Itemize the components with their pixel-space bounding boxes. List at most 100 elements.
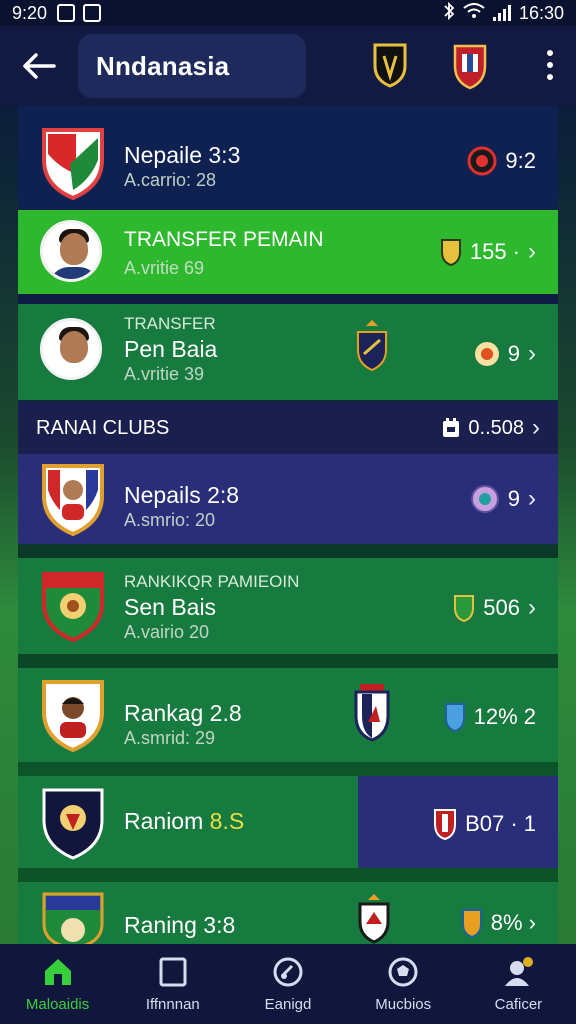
row-value: 12% 2 xyxy=(444,702,536,732)
row-value: 155 · › xyxy=(440,238,536,266)
gallery-icon xyxy=(57,4,76,22)
nav-label: Mucbios xyxy=(375,996,432,1013)
row-subtitle: A.smrid: 29 xyxy=(124,728,216,748)
club-badge-icon xyxy=(470,485,499,513)
list-item[interactable]: TRANSFER PEMAIN A.vritie 69 155 · › xyxy=(18,210,558,294)
club-badge-icon xyxy=(467,146,497,176)
list-item[interactable]: Raniom 8.S B07 · 1 xyxy=(18,776,558,868)
row-value-text: 9:2 xyxy=(505,148,536,173)
arrow-left-icon xyxy=(23,53,56,79)
club-crest-icon xyxy=(356,320,388,377)
row-value: B07 · 1 xyxy=(433,808,536,840)
row-kicker: TRANSFER xyxy=(124,314,216,333)
row-value-text: 9 xyxy=(507,341,520,366)
row-value-text: 155 · xyxy=(469,239,520,264)
nav-item-home[interactable]: Maloaidis xyxy=(0,944,115,1024)
row-value-text: 506 xyxy=(483,595,520,620)
club-badge-icon xyxy=(474,342,499,366)
row-subtitle: A.vritie 39 xyxy=(124,364,205,384)
club-crest-icon xyxy=(454,595,475,622)
club-crest-icon xyxy=(444,703,465,732)
list-item[interactable]: Rankag 2.8 A.smrid: 29 12% 2 xyxy=(18,668,558,762)
club-crest-icon[interactable] xyxy=(452,40,488,95)
row-value: 9 › xyxy=(470,484,536,514)
row-title-highlight: 8.S xyxy=(209,808,245,834)
row-kicker: RANKIKQR PAMIEOIN xyxy=(124,572,300,591)
row-title: Pen Baia xyxy=(124,336,218,362)
chevron-right-icon: › xyxy=(532,414,540,441)
nav-label: Eanigd xyxy=(264,996,312,1013)
nav-item-whistle[interactable]: Eanigd xyxy=(230,944,345,1024)
chevron-right-icon: › xyxy=(528,485,536,512)
list-item[interactable]: Raning 3:8 8% › xyxy=(18,882,558,944)
row-title: Nepaile 3:3 xyxy=(124,142,241,168)
club-crest-icon xyxy=(40,568,106,647)
row-value: 9 › xyxy=(474,340,536,368)
club-crest-icon xyxy=(461,909,482,938)
nav-label: Iffnnnan xyxy=(145,996,200,1013)
status-time-left: 9:20 xyxy=(12,2,48,23)
calendar-icon xyxy=(443,418,460,437)
row-value-text: 8% › xyxy=(490,910,536,935)
stadium-edge-right xyxy=(558,105,576,945)
row-value: 9:2 xyxy=(467,146,536,176)
player-crest-photo xyxy=(40,460,106,541)
bluetooth-icon xyxy=(443,1,455,25)
row-title: Rankag 2.8 xyxy=(124,700,242,726)
nav-label: Maloaidis xyxy=(25,996,90,1013)
row-title: Nepails 2:8 xyxy=(124,482,240,508)
section-title: RANAI CLUBS xyxy=(36,416,170,439)
nav-label: Caficer xyxy=(494,996,543,1013)
club-crest-icon xyxy=(354,682,390,747)
app-bar: Nndanasia xyxy=(0,26,576,106)
player-photo xyxy=(40,318,102,380)
row-title: Raning 3:8 xyxy=(124,912,236,938)
club-crest-icon xyxy=(40,888,106,944)
chevron-right-icon: › xyxy=(528,594,536,621)
status-time-right: 16:30 xyxy=(518,2,564,23)
row-value: 8% › xyxy=(461,908,536,938)
profile-icon xyxy=(505,957,534,986)
stadium-edge-left xyxy=(0,105,18,945)
club-crest-icon[interactable] xyxy=(372,42,408,93)
row-subtitle: A.vairio 20 xyxy=(124,622,210,642)
row-value-text: 12% 2 xyxy=(473,704,536,729)
row-value-text: B07 · 1 xyxy=(465,811,536,836)
wifi-icon xyxy=(463,2,485,24)
row-value: 506 › xyxy=(453,594,536,622)
row-title: TRANSFER PEMAIN xyxy=(124,228,324,251)
more-options-icon[interactable] xyxy=(546,50,554,80)
chevron-right-icon: › xyxy=(528,340,536,367)
home-icon xyxy=(44,959,71,985)
ball-icon xyxy=(388,957,418,987)
list-item[interactable]: TRANSFER Pen Baia A.vritie 39 9 › xyxy=(18,304,558,400)
section-value: 0..508 xyxy=(468,416,524,439)
list-item[interactable]: Nepails 2:8 A.smrio: 20 9 › xyxy=(18,454,558,544)
section-header[interactable]: RANAI CLUBS 0..508 › xyxy=(18,402,558,454)
chevron-right-icon: › xyxy=(528,238,536,265)
notification-icon xyxy=(83,4,102,22)
square-icon xyxy=(159,957,187,987)
club-crest-icon xyxy=(434,809,457,840)
nav-item-profile[interactable]: Caficer xyxy=(461,944,576,1024)
row-subtitle: A.vritie 69 xyxy=(124,258,205,278)
club-crest-icon xyxy=(40,784,106,865)
club-crest-icon xyxy=(440,239,461,266)
nav-item-square[interactable]: Iffnnnan xyxy=(115,944,230,1024)
club-crest-icon xyxy=(40,124,106,205)
player-crest-photo xyxy=(40,676,106,757)
row-value-text: 9 xyxy=(507,486,520,511)
status-bar: 9:20 16:30 xyxy=(0,0,576,26)
row-title: Raniom 8.S xyxy=(124,808,245,834)
list-item[interactable]: RANKIKQR PAMIEOIN Sen Bais A.vairio 20 5… xyxy=(18,558,558,654)
list-item[interactable]: Nepaile 3:3 A.carrio: 28 9:2 xyxy=(18,106,558,210)
bottom-navigation: Maloaidis Iffnnnan Eanigd Mucbios Cafice… xyxy=(0,944,576,1024)
nav-item-ball[interactable]: Mucbios xyxy=(346,944,461,1024)
back-button[interactable] xyxy=(0,26,78,106)
row-title: Sen Bais xyxy=(124,594,217,620)
row-subtitle: A.smrio: 20 xyxy=(124,510,216,530)
player-photo xyxy=(40,220,102,282)
signal-icon xyxy=(492,5,511,21)
page-title[interactable]: Nndanasia xyxy=(78,34,306,98)
row-subtitle: A.carrio: 28 xyxy=(124,170,217,190)
